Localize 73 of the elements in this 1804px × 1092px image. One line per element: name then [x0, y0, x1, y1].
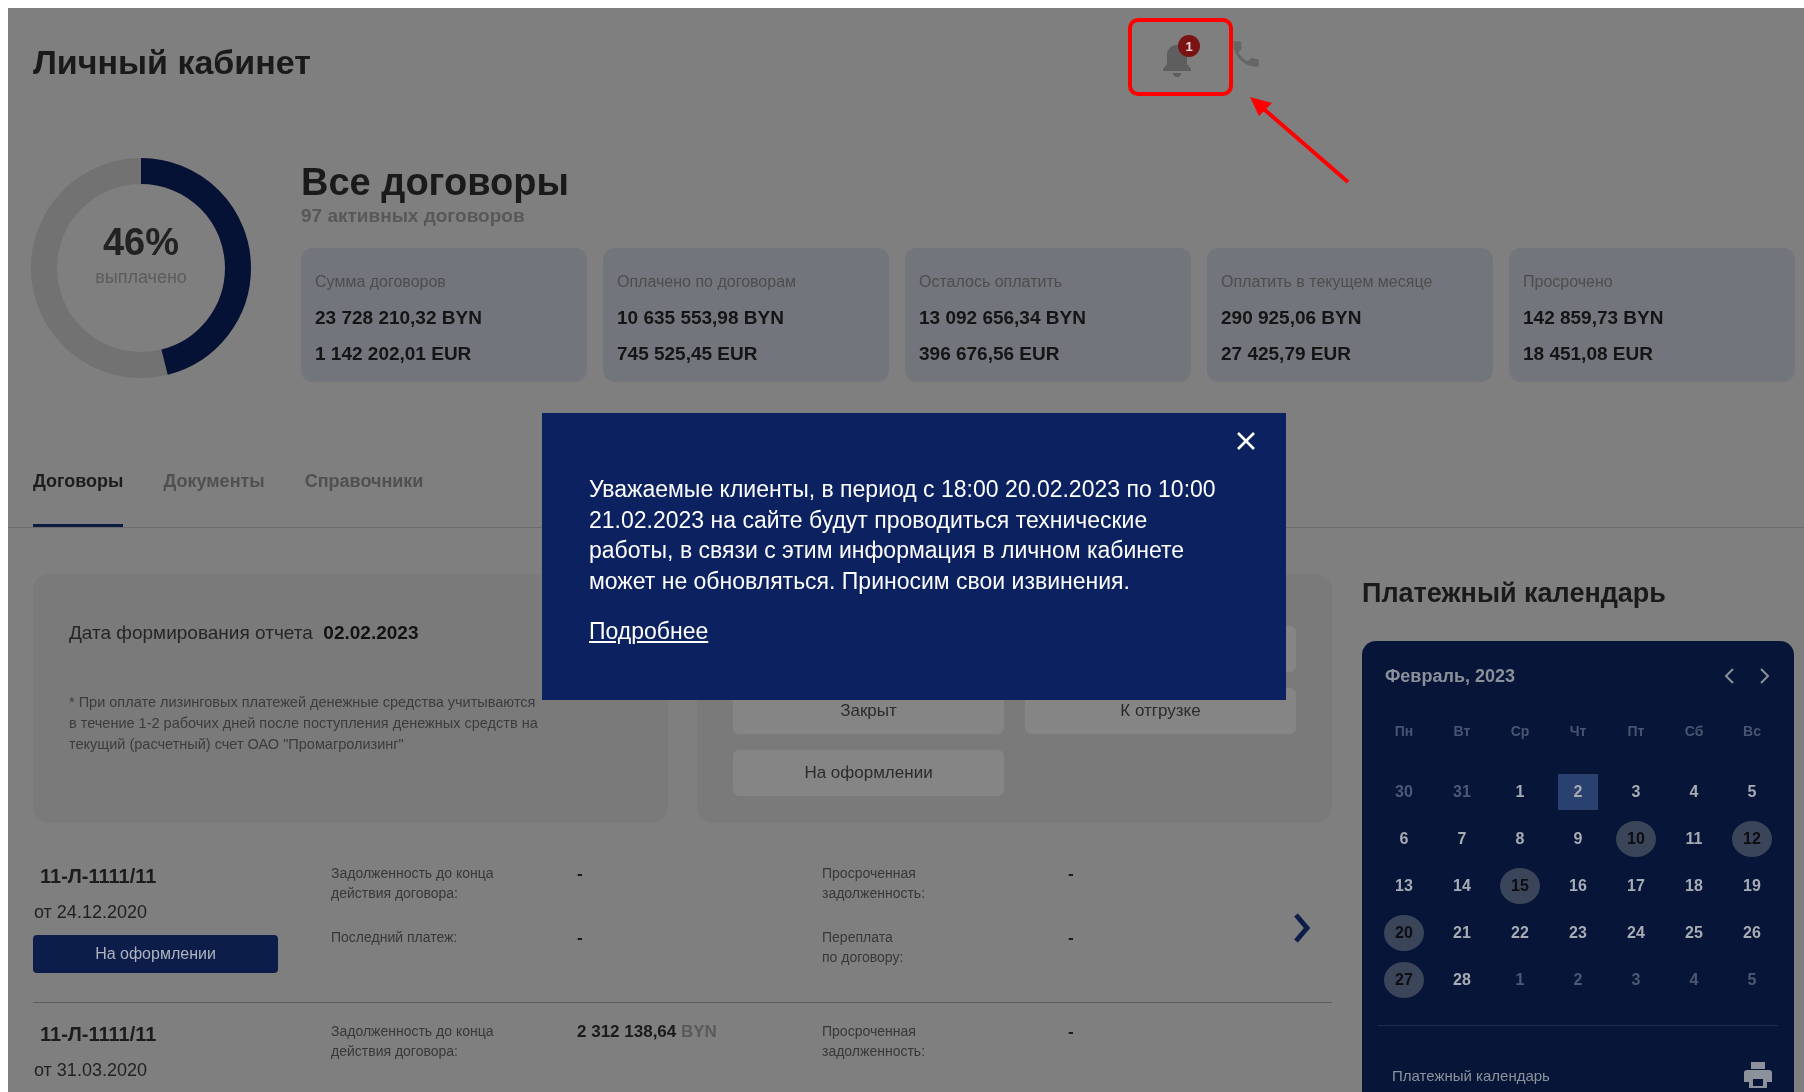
calendar-day[interactable]: 13: [1384, 867, 1424, 904]
field-label: Просроченная задолженность:: [822, 865, 926, 901]
calendar-footer-label: Платежный календарь: [1392, 1066, 1551, 1084]
calendar-day[interactable]: 14: [1442, 867, 1482, 904]
field-label: Последний платеж:: [331, 929, 458, 945]
more-link[interactable]: Подробнее: [589, 618, 709, 645]
calendar-day[interactable]: 23: [1558, 914, 1598, 951]
calendar-day[interactable]: 9: [1558, 820, 1598, 857]
field-value: -: [577, 864, 583, 883]
payment-note: * При оплате лизинговых платежей денежные средства учитываются в течение 1-2 рабочих дней после поступления денежных средств на текущий (расчетный) счет ОАО "Промагролизинг": [69, 693, 539, 754]
field-label: Задолженность до конца действия договора:: [331, 865, 494, 901]
close-icon[interactable]: [1236, 431, 1256, 451]
amount-eur: 1 142 202,01 EUR: [315, 342, 473, 366]
field-label: Просроченная задолженность:: [822, 1023, 926, 1059]
chevron-right-icon[interactable]: [1758, 666, 1772, 686]
weekday-label: Сб: [1683, 722, 1705, 741]
calendar-day[interactable]: 16: [1558, 867, 1598, 904]
amount-byn: 10 635 553,98 BYN: [617, 306, 785, 330]
calendar-day[interactable]: 5: [1732, 773, 1772, 810]
field-value: -: [577, 928, 583, 947]
weekday-label: Ср: [1509, 722, 1531, 741]
calendar-day[interactable]: 11: [1674, 820, 1714, 857]
calendar-title: Платежный календарь: [1362, 577, 1667, 610]
amount-byn: 290 925,06 BYN: [1221, 306, 1363, 330]
calendar-day[interactable]: 17: [1616, 867, 1656, 904]
weekday-label: Пн: [1393, 722, 1415, 741]
maintenance-message: Уважаемые клиенты, в период с 18:00 20.02.2023 по 10:00 21.02.2023 на сайте будут проводиться технические работы, в связи с этим информация в личном кабинете может не обновляться. Приносим свои извинения.: [589, 475, 1217, 596]
weekday-label: Вт: [1452, 722, 1472, 741]
percent-value: 46%: [102, 220, 180, 265]
page-title: Личный кабинет: [33, 42, 311, 81]
field-value: -: [1068, 1022, 1074, 1041]
calendar-day[interactable]: 18: [1674, 867, 1714, 904]
calendar-day[interactable]: 3: [1616, 773, 1656, 810]
calendar-month: Февраль, 2023: [1385, 665, 1516, 687]
calendar-day[interactable]: 2: [1558, 773, 1598, 810]
contract-date: от 24.12.2020: [34, 901, 147, 923]
calendar-day[interactable]: 8: [1500, 820, 1540, 857]
contract-date: от 31.03.2020: [34, 1059, 147, 1081]
amount-byn: 142 859,73 BYN: [1523, 306, 1665, 330]
calendar-day[interactable]: 28: [1442, 961, 1482, 998]
calendar-day[interactable]: 4: [1674, 773, 1714, 810]
notification-count: 1: [1178, 35, 1200, 57]
weekday-label: Чт: [1568, 722, 1588, 741]
amount-byn: 13 092 656,34 BYN: [919, 306, 1087, 330]
calendar-day[interactable]: 6: [1384, 820, 1424, 857]
tab[interactable]: Договоры: [33, 471, 124, 527]
amount-byn: 23 728 210,32 BYN: [315, 306, 483, 330]
amount-eur: 18 451,08 EUR: [1523, 342, 1654, 366]
amount-eur: 745 525,45 EUR: [617, 342, 759, 366]
amount-eur: 27 425,79 EUR: [1221, 342, 1352, 366]
amount-eur: 396 676,56 EUR: [919, 342, 1061, 366]
field-label: Задолженность до конца действия договора:: [331, 1023, 494, 1059]
calendar-day[interactable]: 21: [1442, 914, 1482, 951]
calendar-day[interactable]: 25: [1674, 914, 1714, 951]
calendar-day[interactable]: 22: [1500, 914, 1540, 951]
calendar-day[interactable]: 1: [1500, 773, 1540, 810]
calendar-day[interactable]: 19: [1732, 867, 1772, 904]
section-title: Все договоры: [301, 160, 570, 204]
chevron-left-icon[interactable]: [1722, 666, 1736, 686]
weekday-label: Пт: [1626, 722, 1646, 741]
filter-button[interactable]: На оформлении: [733, 750, 1004, 796]
field-value: -: [1068, 928, 1074, 947]
notifications-button[interactable]: 1: [1155, 35, 1201, 81]
contract-number[interactable]: 11-Л-1111/11: [40, 863, 157, 889]
field-label: Переплата по договору:: [822, 929, 904, 965]
calendar-day[interactable]: 7: [1442, 820, 1482, 857]
status-badge: На оформлении: [33, 935, 278, 973]
weekday-label: Вс: [1742, 722, 1762, 741]
calendar-day[interactable]: 24: [1616, 914, 1656, 951]
calendar-day[interactable]: 26: [1732, 914, 1772, 951]
contract-number[interactable]: 11-Л-1111/11: [40, 1021, 157, 1047]
field-value: -: [1068, 864, 1074, 883]
printer-icon[interactable]: [1744, 1060, 1772, 1090]
